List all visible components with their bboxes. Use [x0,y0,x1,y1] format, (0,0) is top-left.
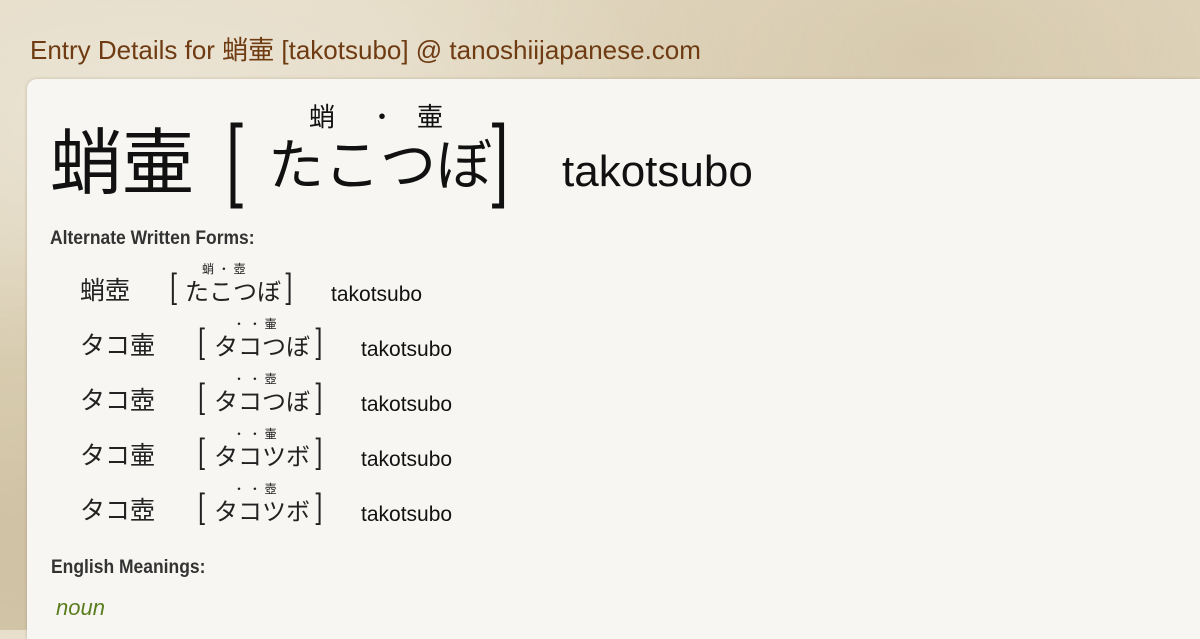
part-of-speech-label: noun [56,595,105,620]
main-entry: 蛸壷 [ 蛸 ・ 壷 たこつぼ ] takotsubo [50,105,1150,215]
alternate-form-kana: タコツボ [214,498,310,526]
main-furigana-second: 壷 [417,103,444,133]
page-title: Entry Details for 蛸壷 [takotsubo] @ tanos… [30,35,701,65]
alternate-form-kana: たこつぼ [185,278,281,306]
main-kanji: 蛸壷 [50,121,195,205]
alternate-form-romaji: takotsubo [361,393,453,416]
alternate-form-romaji: takotsubo [361,503,453,526]
alternate-form-row: 蛸壺 [ 蛸 ・ 壺 たこつぼ ] takotsubo [80,263,680,313]
alternate-form-furigana: ・ ・ 壷 [233,427,277,441]
english-meanings-heading: English Meanings: [51,557,206,578]
alternate-form-kana: タコつぼ [214,333,310,361]
main-kana: たこつぼ [268,134,492,199]
alternate-forms-heading: Alternate Written Forms: [50,228,255,249]
alternate-form-bracket-open: [ [170,268,179,309]
main-furigana-first: 蛸 [309,103,336,133]
alternate-form-romaji: takotsubo [361,338,453,361]
alternate-form-bracket-open: [ [198,378,207,419]
alternate-form-bracket-close: ] [314,378,323,419]
alternate-form-kana: タコつぼ [214,388,310,416]
alternate-form-furigana: 蛸 ・ 壺 [202,262,246,276]
alternate-form-row: タコ壷 [ ・ ・ 壷 タコつぼ ] takotsubo [80,318,680,368]
alternate-form-furigana: ・ ・ 壷 [233,317,277,331]
alternate-form-furigana: ・ ・ 壺 [233,482,277,496]
alternate-form-bracket-close: ] [314,433,323,474]
alternate-form-word: 蛸壺 [80,276,131,305]
alternate-form-bracket-close: ] [314,323,323,364]
alternate-form-romaji: takotsubo [331,283,423,306]
alternate-form-row: タコ壺 [ ・ ・ 壺 タコツボ ] takotsubo [80,483,680,533]
alternate-form-bracket-open: [ [198,323,207,364]
alternate-form-word: タコ壺 [80,386,156,415]
alternate-form-row: タコ壺 [ ・ ・ 壺 タコつぼ ] takotsubo [80,373,680,423]
main-furigana-separator: ・ [369,103,396,133]
main-bracket-open: [ [226,107,247,219]
alternate-form-kana: タコツボ [214,443,310,471]
alternate-form-romaji: takotsubo [361,448,453,471]
alternate-form-bracket-open: [ [198,488,207,529]
alternate-form-bracket-open: [ [198,433,207,474]
main-romaji: takotsubo [562,147,753,196]
alternate-form-bracket-close: ] [284,268,293,309]
alternate-form-word: タコ壺 [80,496,156,525]
main-bracket-close: ] [488,107,509,219]
alternate-form-bracket-close: ] [314,488,323,529]
alternate-form-word: タコ壷 [80,441,156,470]
alternate-form-word: タコ壷 [80,331,156,360]
alternate-form-furigana: ・ ・ 壺 [233,372,277,386]
alternate-form-row: タコ壷 [ ・ ・ 壷 タコツボ ] takotsubo [80,428,680,478]
